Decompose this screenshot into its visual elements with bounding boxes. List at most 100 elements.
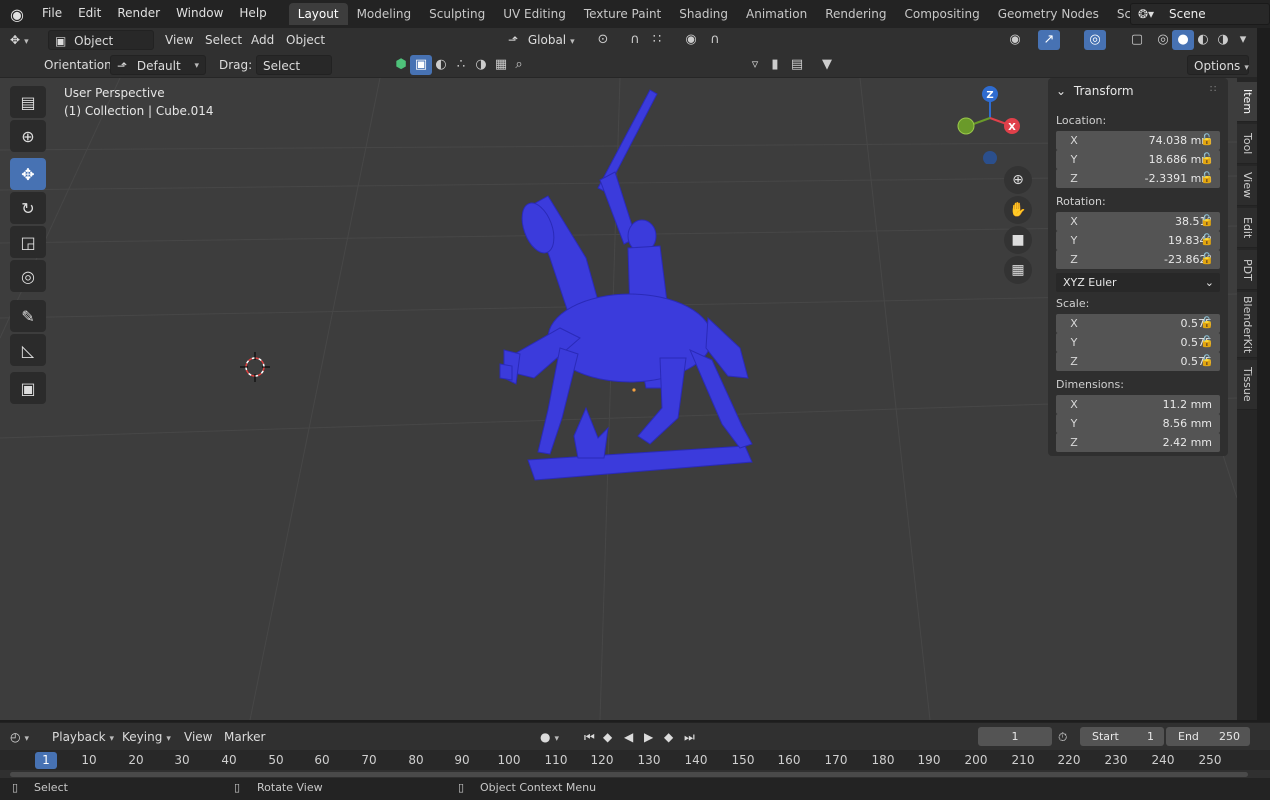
falloff-curve-icon[interactable]: ∩ — [704, 30, 726, 50]
menu-edit[interactable]: Edit — [70, 0, 109, 28]
add-cube-tool-icon[interactable]: ▣ — [10, 372, 46, 404]
tab-modeling[interactable]: Modeling — [348, 3, 421, 25]
tab-compositing[interactable]: Compositing — [895, 3, 988, 25]
record-icon[interactable]: ● ▾ — [540, 728, 559, 746]
solid-shading-icon[interactable]: ● — [1172, 30, 1194, 50]
lock-icon[interactable]: 🔓 — [1200, 171, 1214, 184]
scene-name[interactable]: Scene — [1169, 7, 1206, 21]
tab-layout[interactable]: Layout — [288, 3, 348, 25]
timeline-menu-view[interactable]: View — [184, 728, 212, 746]
rotate-tool-icon[interactable]: ↻ — [10, 192, 46, 224]
next-keyframe-icon[interactable]: ◆ — [664, 728, 673, 746]
zoom-icon[interactable]: ⊕ — [1004, 166, 1032, 194]
bookmark-icon[interactable]: ▮ — [764, 55, 786, 75]
horse-rider-model[interactable] — [490, 88, 770, 488]
lock-icon[interactable]: 🔓 — [1200, 214, 1214, 227]
tab-sculpting[interactable]: Sculpting — [420, 3, 494, 25]
dimensions-z-field[interactable]: Z 2.42 mm — [1056, 433, 1220, 452]
proportional-editing-icon[interactable]: ◉ — [680, 30, 702, 50]
rotation-y-field[interactable]: Y 19.834° — [1056, 231, 1220, 250]
annotate-tool-icon[interactable]: ✎ — [10, 300, 46, 332]
snap-target-icon[interactable]: ∷ — [646, 30, 668, 50]
particles-icon[interactable]: ∴ — [450, 55, 472, 75]
gizmo-y-axis[interactable] — [957, 117, 975, 135]
tab-geometry-nodes[interactable]: Geometry Nodes — [989, 3, 1108, 25]
scale-z-field[interactable]: Z 0.575 — [1056, 352, 1220, 371]
dimensions-y-field[interactable]: Y 8.56 mm — [1056, 414, 1220, 433]
tab-shading[interactable]: Shading — [670, 3, 737, 25]
pivot-point-icon[interactable]: ⊙ — [592, 30, 614, 50]
sidebar-tab-view[interactable]: View — [1237, 166, 1257, 206]
scale-x-field[interactable]: X 0.575 — [1056, 314, 1220, 333]
timeline-menu-marker[interactable]: Marker — [224, 728, 265, 746]
gizmo-toggle-icon[interactable]: ↗ — [1038, 30, 1060, 50]
editor-type-icon[interactable]: ✥ ▾ — [10, 30, 29, 50]
cursor-tool-icon[interactable]: ⊕ — [10, 120, 46, 152]
scene-selector[interactable]: ❂▾ Scene — [1130, 3, 1270, 25]
tab-animation[interactable]: Animation — [737, 3, 816, 25]
menu-object[interactable]: Object — [286, 30, 325, 50]
xray-toggle-icon[interactable]: ▢ — [1126, 30, 1148, 50]
mode-dropdown[interactable]: ▣ Object Mode▾ — [48, 30, 154, 68]
lock-icon[interactable]: 🔓 — [1200, 252, 1214, 265]
filter-icon[interactable]: ▼ — [816, 55, 838, 75]
timeline-menu-playback[interactable]: Playback ▾ — [52, 728, 114, 746]
play-icon[interactable]: ▶ — [644, 728, 653, 746]
end-frame-field[interactable]: End 250 — [1166, 727, 1250, 746]
options-dropdown[interactable]: Options ▾ — [1187, 55, 1249, 75]
layout-icon[interactable]: ▤ — [786, 55, 808, 75]
sort-icon[interactable]: ▿ — [744, 55, 766, 75]
navigation-gizmo[interactable]: Z X — [948, 84, 1028, 164]
lock-icon[interactable]: 🔓 — [1200, 354, 1214, 367]
lock-icon[interactable]: 🔓 — [1200, 152, 1214, 165]
timeline-editor-type-icon[interactable]: ◴ ▾ — [10, 728, 29, 746]
camera-view-icon[interactable]: ■ — [1004, 226, 1032, 254]
shading-options-icon[interactable]: ▾ — [1232, 30, 1254, 50]
rendered-shading-icon[interactable]: ◑ — [1212, 30, 1234, 50]
play-reverse-icon[interactable]: ◀ — [624, 728, 633, 746]
frame-ruler[interactable]: 1 10 20 30 40 50 60 70 80 90 100 110 120… — [0, 750, 1270, 770]
sidebar-tab-tool[interactable]: Tool — [1237, 124, 1257, 164]
orientation-dropdown[interactable]: ⬏ Default ▾ — [110, 55, 206, 75]
lock-icon[interactable]: 🔓 — [1200, 233, 1214, 246]
select-mode-icon[interactable]: ▣ — [410, 55, 432, 75]
current-frame-field[interactable]: 1 — [978, 727, 1052, 746]
select-box-tool-icon[interactable]: ▤ — [10, 86, 46, 118]
sidebar-tab-item[interactable]: Item — [1237, 82, 1257, 122]
menu-view[interactable]: View — [165, 30, 193, 50]
timeline-scrollbar[interactable] — [10, 772, 1248, 777]
measure-tool-icon[interactable]: ◺ — [10, 334, 46, 366]
stopwatch-icon[interactable]: ⏱ — [1058, 728, 1067, 746]
wireframe-shading-icon[interactable]: ◎ — [1152, 30, 1174, 50]
jump-end-icon[interactable]: ⏭ — [684, 728, 695, 746]
menu-render[interactable]: Render — [109, 0, 168, 28]
visibility-eye-icon[interactable]: ◉ — [1004, 30, 1026, 50]
blender-logo-icon[interactable]: ◉ — [0, 0, 34, 28]
tab-texture-paint[interactable]: Texture Paint — [575, 3, 670, 25]
menu-file[interactable]: File — [34, 0, 70, 28]
transform-tool-icon[interactable]: ◎ — [10, 260, 46, 292]
menu-window[interactable]: Window — [168, 0, 231, 28]
location-z-field[interactable]: Z -2.3391 mm — [1056, 169, 1220, 188]
tab-uv-editing[interactable]: UV Editing — [494, 3, 575, 25]
location-x-field[interactable]: X 74.038 mm — [1056, 131, 1220, 150]
location-y-field[interactable]: Y 18.686 mm — [1056, 150, 1220, 169]
transform-orientation-dropdown[interactable]: ⬏ Global ▾ — [508, 30, 575, 50]
material-shading-icon[interactable]: ◐ — [1192, 30, 1214, 50]
sidebar-tab-edit[interactable]: Edit — [1237, 208, 1257, 248]
tab-rendering[interactable]: Rendering — [816, 3, 895, 25]
sphere-icon[interactable]: ◐ — [430, 55, 452, 75]
overlay-toggle-icon[interactable]: ◎ — [1084, 30, 1106, 50]
gizmo-neg-z-axis[interactable] — [983, 151, 997, 164]
sidebar-tab-pdt[interactable]: PDT — [1237, 250, 1257, 290]
rotation-x-field[interactable]: X 38.51° — [1056, 212, 1220, 231]
lock-icon[interactable]: 🔓 — [1200, 335, 1214, 348]
pan-hand-icon[interactable]: ✋ — [1004, 196, 1032, 224]
move-tool-icon[interactable]: ✥ — [10, 158, 46, 190]
rotation-z-field[interactable]: Z -23.862° — [1056, 250, 1220, 269]
object-types-icon[interactable]: ⬢ — [390, 55, 412, 75]
timeline-menu-keying[interactable]: Keying ▾ — [122, 728, 171, 746]
snap-icon[interactable]: ∩ — [624, 30, 646, 50]
sidebar-tab-tissue[interactable]: Tissue — [1237, 360, 1257, 410]
jump-start-icon[interactable]: ⏮ — [584, 728, 595, 746]
